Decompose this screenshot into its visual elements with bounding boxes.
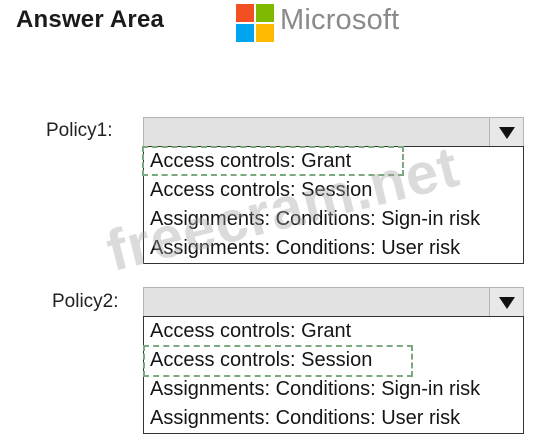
policy2-option-user-risk[interactable]: Assignments: Conditions: User risk [144,404,523,433]
policy2-dropdown-toggle[interactable] [489,288,523,316]
logo-square-red [236,4,254,22]
logo-square-blue [236,24,254,42]
policy2-option-session[interactable]: Access controls: Session [144,346,523,375]
policy2-options: Access controls: Grant Access controls: … [143,316,524,434]
policy2-dropdown[interactable] [143,287,524,317]
logo-square-yellow [256,24,274,42]
triangle-down-icon [499,127,515,139]
microsoft-logo-icon [236,4,276,44]
policy1-option-grant[interactable]: Access controls: Grant [144,147,523,176]
triangle-down-icon [499,297,515,309]
policy2-option-grant[interactable]: Access controls: Grant [144,317,523,346]
policy1-dropdown[interactable] [143,117,524,147]
logo-square-green [256,4,274,22]
policy1-label: Policy1: [46,120,113,141]
page-title: Answer Area [16,6,165,33]
brand-name: Microsoft [280,4,400,36]
policy2-label: Policy2: [52,291,119,312]
policy1-dropdown-toggle[interactable] [489,118,523,146]
policy2-option-signin-risk[interactable]: Assignments: Conditions: Sign-in risk [144,375,523,404]
